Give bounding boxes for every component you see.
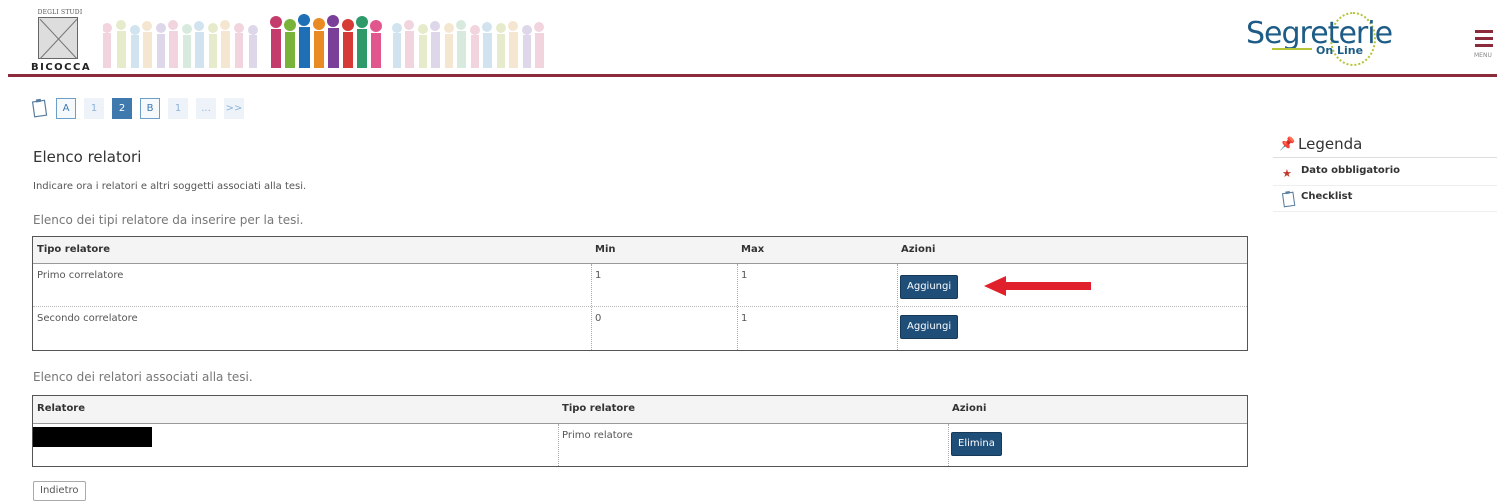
logo-emblem — [38, 17, 78, 59]
legend-item-label: Dato obbligatorio — [1301, 165, 1401, 176]
step-1[interactable]: 1 — [84, 98, 104, 119]
step-2[interactable]: 2 — [112, 98, 132, 119]
page-intro: Indicare ora i relatori e altri soggetti… — [33, 181, 307, 192]
cell-tipo: Secondo correlatore — [37, 313, 138, 324]
clipboard-icon — [1282, 190, 1296, 208]
redacted-name — [33, 427, 152, 447]
legend-title: Legenda — [1298, 135, 1363, 153]
col-tipo-relatore: Tipo relatore — [37, 244, 111, 255]
delete-relatore-button[interactable]: Elimina — [951, 432, 1002, 456]
table-row: Secondo correlatore 0 1 — [33, 307, 1247, 350]
cell-max: 1 — [741, 313, 748, 324]
brand-sub: On Line — [1316, 44, 1364, 57]
brand-arrow — [1272, 48, 1312, 50]
col-relatore: Relatore — [37, 403, 86, 414]
cell-min: 1 — [595, 270, 602, 281]
segreterie-online-logo[interactable]: Segreterie On Line — [1246, 10, 1393, 67]
pin-icon: 📌 — [1279, 137, 1296, 152]
col-azioni: Azioni — [952, 403, 987, 414]
legend-header: 📌 Legenda — [1273, 134, 1497, 158]
types-table-header: Tipo relatore Min Max Azioni — [33, 237, 1247, 264]
cell-max: 1 — [741, 270, 748, 281]
annotation-arrow-icon — [984, 276, 1091, 296]
assoc-table-caption: Elenco dei relatori associati alla tesi. — [33, 370, 253, 384]
col-min: Min — [595, 244, 616, 255]
legend-item-checklist[interactable]: Checklist — [1273, 186, 1497, 212]
page-title: Elenco relatori — [33, 148, 142, 166]
step-b1[interactable]: 1 — [168, 98, 188, 119]
col-azioni: Azioni — [901, 244, 936, 255]
assoc-table-header: Relatore Tipo relatore Azioni — [33, 396, 1247, 424]
crowd-banner-image — [103, 14, 544, 68]
header: DEGLI STUDI BICOCCA Segreterie On Line M… — [0, 0, 1497, 77]
logo-bottom-text: BICOCCA — [31, 62, 92, 73]
legend-item-label: Checklist — [1301, 191, 1353, 202]
hamburger-bar — [1475, 37, 1493, 40]
col-tipo-relatore: Tipo relatore — [562, 403, 636, 414]
legend-item-required: ★ Dato obbligatorio — [1273, 160, 1497, 186]
star-icon: ★ — [1282, 167, 1292, 180]
step-a[interactable]: A — [56, 98, 76, 119]
step-b[interactable]: B — [140, 98, 160, 119]
hamburger-bar — [1475, 44, 1493, 47]
assoc-table: Relatore Tipo relatore Azioni Primo rela… — [32, 395, 1248, 467]
cell-tipo: Primo correlatore — [37, 270, 124, 281]
cell-tipo: Primo relatore — [562, 430, 633, 441]
menu-label: MENU — [1474, 52, 1492, 59]
back-button[interactable]: Indietro — [33, 481, 86, 501]
menu-button[interactable]: MENU — [1474, 30, 1495, 64]
col-max: Max — [741, 244, 765, 255]
table-row: Primo relatore — [33, 424, 1247, 466]
step-more[interactable]: ... — [196, 98, 216, 119]
university-logo[interactable]: DEGLI STUDI BICOCCA — [31, 9, 92, 73]
hamburger-icon — [1475, 30, 1493, 33]
header-divider — [8, 74, 1497, 77]
logo-top-text: DEGLI STUDI — [37, 9, 83, 16]
add-secondo-correlatore-button[interactable]: Aggiungi — [900, 315, 959, 339]
cell-min: 0 — [595, 313, 602, 324]
types-table-caption: Elenco dei tipi relatore da inserire per… — [33, 213, 304, 227]
step-next[interactable]: >> — [224, 98, 244, 119]
add-primo-correlatore-button[interactable]: Aggiungi — [900, 275, 959, 299]
clipboard-icon — [32, 98, 48, 118]
cell-relatore — [33, 424, 558, 466]
